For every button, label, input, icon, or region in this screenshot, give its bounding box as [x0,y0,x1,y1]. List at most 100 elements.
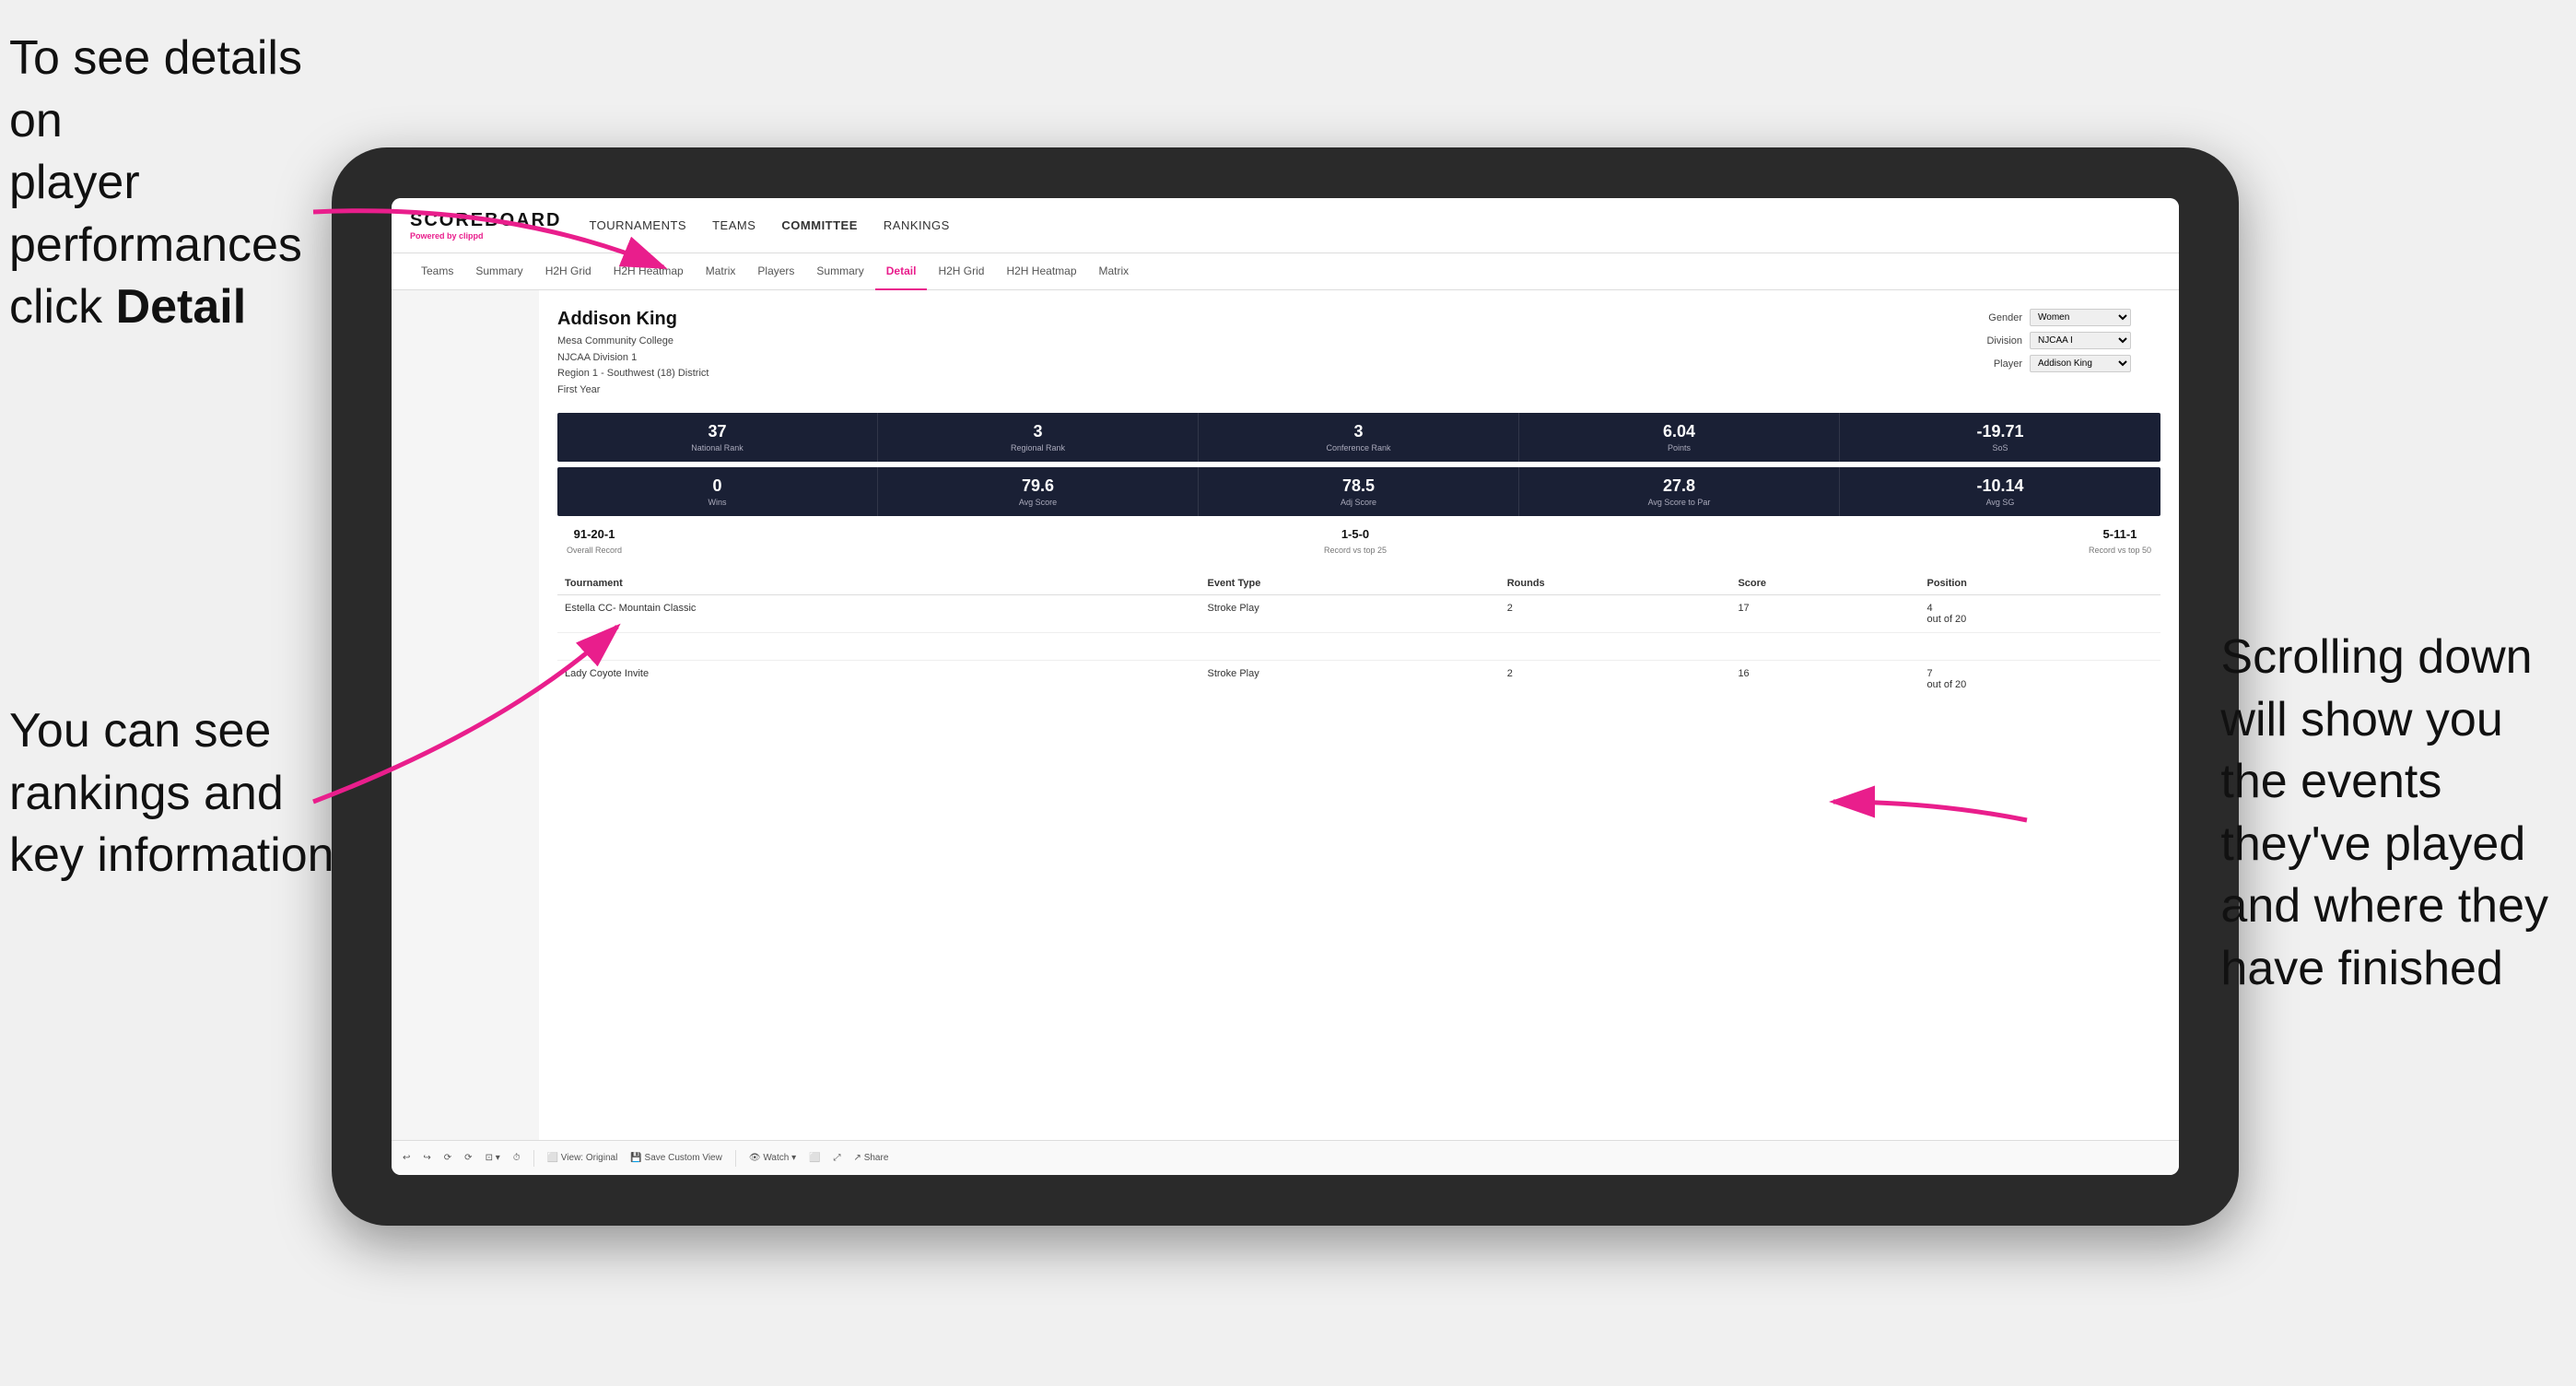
division-label: Division [1976,335,2022,346]
score-2: 16 [1730,661,1919,699]
tab-summary[interactable]: Summary [464,253,533,290]
player-college: Mesa Community College [557,334,708,350]
table-row [557,633,2160,661]
regional-rank-label: Regional Rank [885,443,1190,452]
annotation-top-left: To see details on player performances cl… [9,28,359,339]
player-label: Player [1976,358,2022,370]
points-value: 6.04 [1527,422,1832,441]
tab-h2h-heatmap[interactable]: H2H Heatmap [603,253,695,290]
points-label: Points [1527,443,1832,452]
tab-h2h-heatmap2[interactable]: H2H Heatmap [995,253,1087,290]
stat-national-rank: 37 National Rank [557,413,878,462]
overall-record-block: 91-20-1 Overall Record [567,527,622,558]
toolbar-refresh2[interactable]: ⟳ [464,1153,472,1163]
rounds-2: 2 [1500,661,1731,699]
stat-conference-rank: 3 Conference Rank [1199,413,1519,462]
avg-score-to-par-value: 27.8 [1527,476,1832,496]
avg-score-to-par-label: Avg Score to Par [1527,498,1832,507]
col-event-type: Event Type [1200,572,1500,595]
toolbar-undo[interactable]: ↩ [403,1153,410,1163]
sos-label: SoS [1847,443,2153,452]
toolbar-fullscreen[interactable]: ⤢ [834,1153,841,1163]
stat-avg-sg: -10.14 Avg SG [1840,467,2160,516]
tablet-frame: SCOREBOARD Powered by clippd TOURNAMENTS… [332,147,2239,1226]
main-panel: Addison King Mesa Community College NJCA… [539,290,2179,1140]
nav-item-tournaments[interactable]: TOURNAMENTS [589,218,686,232]
tablet-screen: SCOREBOARD Powered by clippd TOURNAMENTS… [392,198,2179,1175]
gender-label: Gender [1976,312,2022,323]
rounds-1: 2 [1500,595,1731,633]
nav-item-teams[interactable]: TEAMS [712,218,755,232]
toolbar-timer[interactable]: ⏱ [513,1153,521,1163]
toolbar-separator [533,1150,534,1167]
logo-powered: Powered by clippd [410,231,561,241]
wins-value: 0 [565,476,870,496]
nav-item-committee[interactable]: COMMITTEE [781,218,858,232]
table-row: Lady Coyote Invite Stroke Play 2 16 7out… [557,661,2160,699]
division-select[interactable]: NJCAA I [2030,332,2131,349]
toolbar-share[interactable]: ↗ Share [854,1153,889,1163]
adj-score-label: Adj Score [1206,498,1511,507]
overall-record-label: Overall Record [567,546,622,555]
conference-rank-label: Conference Rank [1206,443,1511,452]
bottom-toolbar: ↩ ↪ ⟳ ⟳ ⊡ ▾ ⏱ ⬜ View: Original 💾 Save Cu… [392,1140,2179,1175]
top50-record-label: Record vs top 50 [2089,546,2151,555]
tournament-name-2: Lady Coyote Invite [557,661,1200,699]
records-row: 91-20-1 Overall Record 1-5-0 Record vs t… [557,527,2160,558]
avg-score-label: Avg Score [885,498,1190,507]
top50-record-block: 5-11-1 Record vs top 50 [2089,527,2151,558]
player-filter-row: Player Addison King [1976,355,2160,372]
tab-teams[interactable]: Teams [410,253,464,290]
tab-detail[interactable]: Detail [875,253,928,290]
top25-record-value: 1-5-0 [1324,527,1387,541]
stat-sos: -19.71 SoS [1840,413,2160,462]
toolbar-display[interactable]: ⬜ [809,1153,820,1163]
logo-area: SCOREBOARD Powered by clippd [410,210,561,241]
conference-rank-value: 3 [1206,422,1511,441]
top25-record-label: Record vs top 25 [1324,546,1387,555]
player-division: NJCAA Division 1 [557,350,708,367]
table-header-row: Tournament Event Type Rounds Score Posit… [557,572,2160,595]
toolbar-save-custom[interactable]: 💾 Save Custom View [630,1153,722,1163]
player-header: Addison King Mesa Community College NJCA… [557,309,2160,398]
player-name: Addison King [557,309,708,330]
toolbar-redo[interactable]: ↪ [423,1153,430,1163]
national-rank-label: National Rank [565,443,870,452]
tab-players[interactable]: Players [746,253,805,290]
nav-bar: SCOREBOARD Powered by clippd TOURNAMENTS… [392,198,2179,253]
tab-matrix[interactable]: Matrix [695,253,747,290]
tab-matrix2[interactable]: Matrix [1088,253,1141,290]
top25-record-block: 1-5-0 Record vs top 25 [1324,527,1387,558]
avg-sg-label: Avg SG [1847,498,2153,507]
gender-filter-row: Gender Women [1976,309,2160,326]
adj-score-value: 78.5 [1206,476,1511,496]
col-score: Score [1730,572,1919,595]
tournament-table: Tournament Event Type Rounds Score Posit… [557,572,2160,698]
tournament-name-1: Estella CC- Mountain Classic [557,595,1200,633]
toolbar-watch[interactable]: 👁 Watch ▾ [749,1153,796,1163]
logo-scoreboard: SCOREBOARD [410,210,561,231]
avg-score-value: 79.6 [885,476,1190,496]
sos-value: -19.71 [1847,422,2153,441]
avg-sg-value: -10.14 [1847,476,2153,496]
main-nav: TOURNAMENTS TEAMS COMMITTEE RANKINGS [589,218,949,232]
tab-h2h-grid2[interactable]: H2H Grid [927,253,995,290]
content-area: Addison King Mesa Community College NJCA… [392,290,2179,1140]
nav-item-rankings[interactable]: RANKINGS [884,218,950,232]
overall-record-value: 91-20-1 [567,527,622,541]
toolbar-settings[interactable]: ⊡ ▾ [486,1153,500,1163]
tab-summary2[interactable]: Summary [805,253,874,290]
position-2: 7out of 20 [1919,661,2160,699]
event-type-1: Stroke Play [1200,595,1500,633]
col-rounds: Rounds [1500,572,1731,595]
wins-label: Wins [565,498,870,507]
score-1: 17 [1730,595,1919,633]
player-select[interactable]: Addison King [2030,355,2131,372]
table-row: Estella CC- Mountain Classic Stroke Play… [557,595,2160,633]
sub-nav: Teams Summary H2H Grid H2H Heatmap Matri… [392,253,2179,290]
tab-h2h-grid[interactable]: H2H Grid [534,253,603,290]
toolbar-view-original[interactable]: ⬜ View: Original [547,1153,618,1163]
toolbar-refresh1[interactable]: ⟳ [444,1153,451,1163]
gender-select[interactable]: Women [2030,309,2131,326]
player-filters: Gender Women Division NJCAA I [1976,309,2160,398]
